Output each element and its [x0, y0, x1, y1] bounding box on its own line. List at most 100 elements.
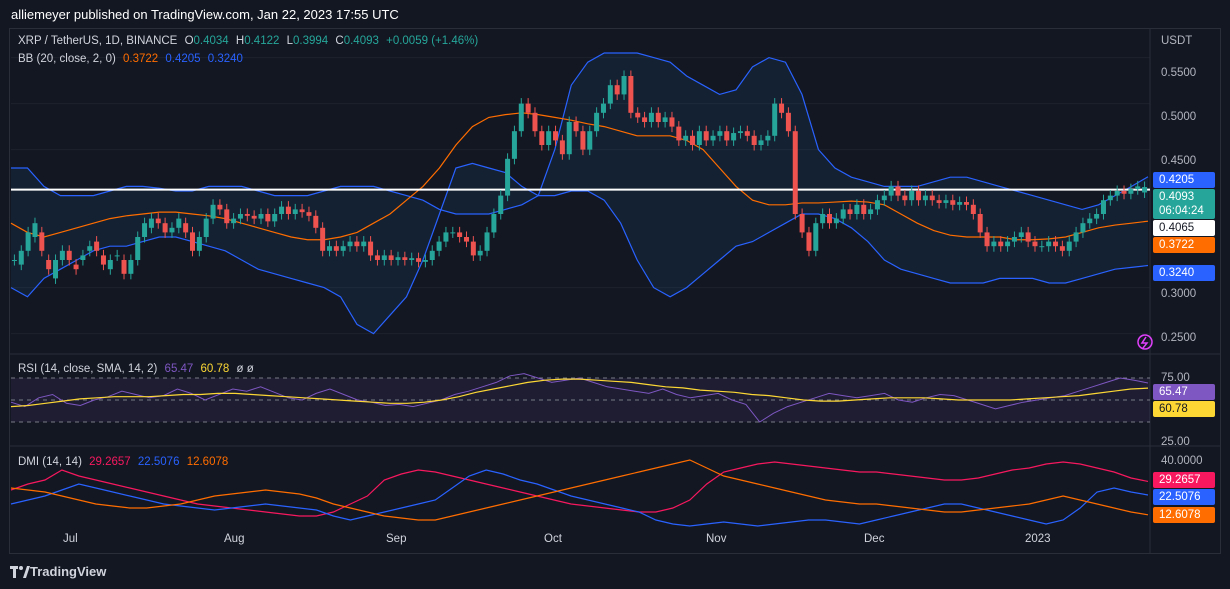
dmi-label: DMI (14, 14)	[18, 456, 82, 468]
candle-body	[491, 214, 497, 233]
rsi-tick: 25.00	[1161, 436, 1190, 448]
candle-body	[176, 218, 182, 228]
candle-body	[881, 195, 887, 201]
candle-body	[18, 250, 24, 265]
candle-body	[847, 209, 853, 214]
candle-body	[285, 206, 291, 214]
candle-body	[210, 204, 216, 219]
candle-body	[820, 214, 826, 224]
last-price-tag: 0.4093 06:04:24	[1153, 189, 1215, 219]
candle-body	[874, 200, 880, 210]
candle-body	[525, 103, 531, 113]
bb-mid-value: 0.3722	[123, 53, 159, 65]
dmi-adx-tag: 12.6078	[1153, 507, 1215, 523]
candle-body	[416, 258, 422, 262]
candle-body	[895, 186, 901, 196]
candle-body	[1121, 191, 1127, 194]
candle-body	[628, 76, 634, 113]
candle-body	[772, 103, 778, 136]
candle-body	[457, 232, 463, 237]
open-value: 0.4034	[193, 35, 229, 47]
candle-body	[1059, 246, 1065, 251]
dmi-adx-line	[10, 459, 1149, 521]
candle-body	[25, 232, 31, 251]
candle-body	[251, 215, 257, 219]
candle-body	[347, 241, 353, 247]
candle-body	[792, 131, 798, 214]
candle-body	[361, 241, 367, 247]
candle-body	[135, 237, 141, 260]
candle-body	[1046, 241, 1052, 247]
candle-body	[916, 191, 922, 201]
time-label: Jul	[63, 533, 78, 545]
chart-canvas[interactable]	[0, 0, 1230, 589]
bb-upper-tag: 0.4205	[1153, 172, 1215, 188]
candle-body	[505, 158, 511, 196]
candle-body	[443, 232, 449, 242]
candle-body	[59, 250, 65, 260]
candle-body	[66, 250, 72, 260]
candle-body	[1073, 232, 1079, 242]
candle-body	[155, 218, 161, 224]
bb-mid-tag: 0.3722	[1153, 237, 1215, 253]
candle-body	[806, 232, 812, 251]
candle-body	[231, 218, 237, 224]
candle-body	[272, 214, 278, 222]
bb-label: BB (20, close, 2, 0)	[18, 53, 116, 65]
candle-body	[265, 214, 271, 222]
price-tick: 0.2500	[1161, 332, 1197, 344]
candle-body	[388, 255, 394, 260]
candle-body	[148, 218, 154, 228]
candle-body	[463, 237, 469, 242]
candle-body	[546, 131, 552, 145]
candle-body	[785, 112, 791, 132]
candle-body	[669, 117, 675, 127]
candle-body	[340, 246, 346, 251]
rsi-label: RSI (14, close, SMA, 14, 2)	[18, 363, 158, 375]
tradingview-logo[interactable]: TradingView	[10, 564, 106, 579]
time-label: Nov	[706, 533, 727, 545]
candle-body	[1107, 195, 1113, 201]
candle-body	[607, 85, 613, 104]
candle-body	[731, 133, 737, 141]
candle-body	[936, 200, 942, 203]
candle-body	[1025, 232, 1031, 242]
candle-body	[320, 227, 326, 251]
candle-body	[1053, 241, 1059, 247]
candle-body	[1066, 241, 1072, 251]
candle-body	[991, 241, 997, 247]
price-tick: 0.5000	[1161, 111, 1197, 123]
candle-body	[422, 260, 428, 262]
candle-body	[1032, 241, 1038, 247]
low-value: 0.3994	[293, 35, 329, 47]
candle-body	[169, 227, 175, 233]
bb-legend: BB (20, close, 2, 0) 0.3722 0.4205 0.324…	[18, 53, 247, 65]
candle-body	[676, 126, 682, 141]
candle-body	[621, 76, 627, 95]
candle-body	[203, 218, 209, 237]
price-tick: 0.5500	[1161, 67, 1197, 79]
candle-body	[614, 85, 620, 95]
candle-body	[710, 135, 716, 141]
symbol-label: XRP / TetherUS, 1D, BINANCE	[18, 35, 178, 47]
candle-body	[498, 195, 504, 214]
candle-body	[518, 103, 524, 132]
candle-body	[594, 112, 600, 132]
candle-body	[1094, 214, 1100, 219]
candle-body	[566, 122, 572, 155]
candle-body	[1114, 191, 1120, 196]
candle-body	[998, 241, 1004, 247]
candle-body	[909, 191, 915, 201]
rsi-sma-value: 60.78	[200, 363, 230, 375]
candle-body	[573, 122, 579, 132]
tradingview-logo-icon	[10, 565, 30, 578]
candle-body	[80, 255, 86, 260]
candle-body	[142, 223, 148, 237]
currency-label: USDT	[1161, 35, 1193, 47]
last-price-value: 0.4093	[1159, 191, 1195, 203]
candle-body	[11, 260, 17, 261]
candle-body	[32, 223, 38, 237]
tradingview-brand: TradingView	[30, 564, 107, 579]
candle-body	[470, 241, 476, 256]
candle-body	[326, 246, 332, 251]
